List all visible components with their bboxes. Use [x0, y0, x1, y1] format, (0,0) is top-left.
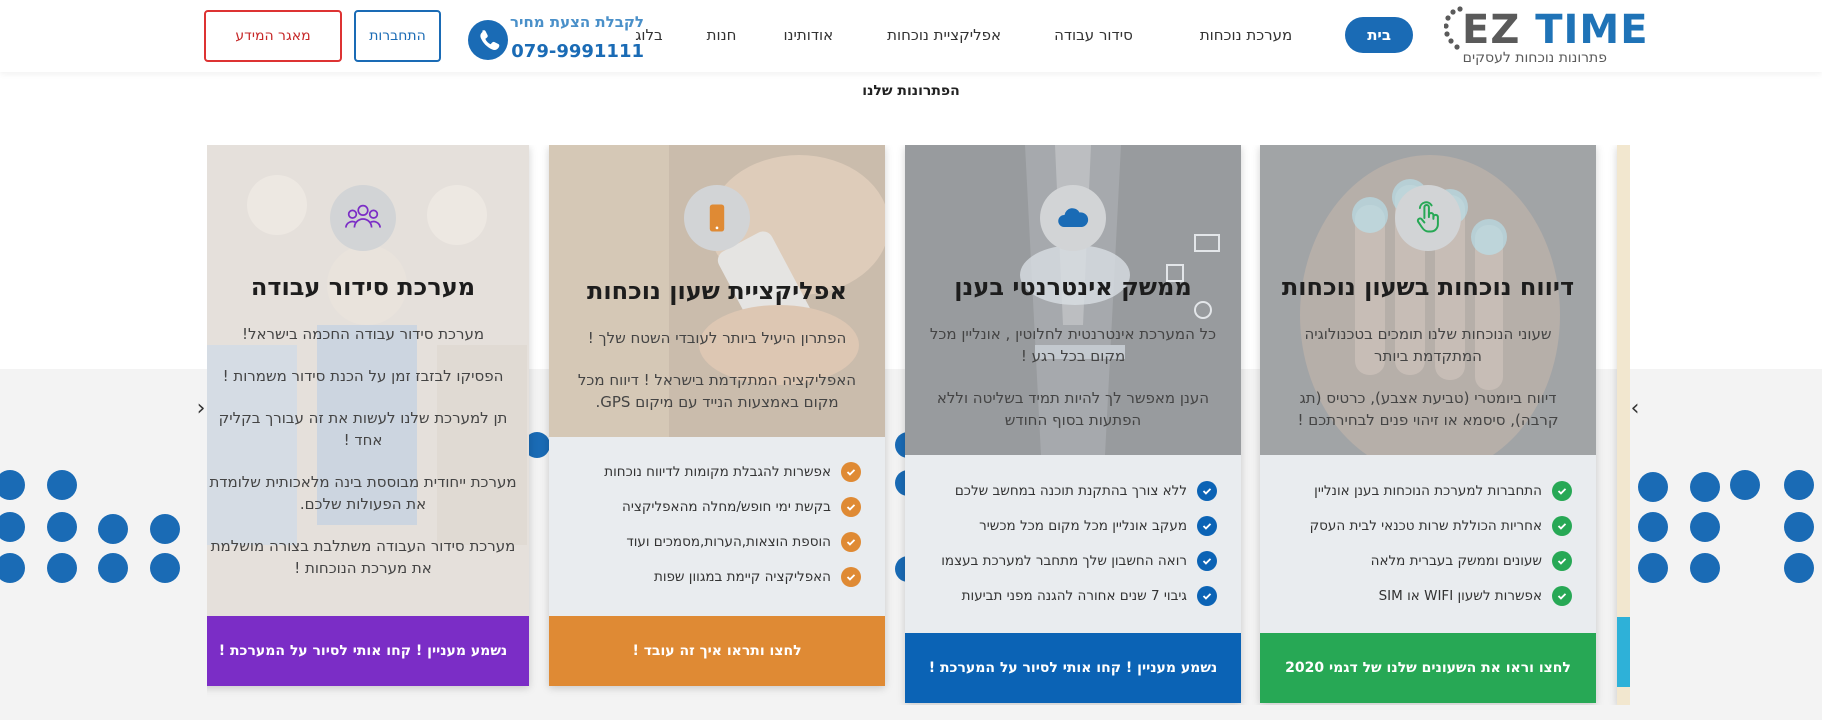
logo[interactable]: EZ TIME פתרונות נוכחות לעסקים [1442, 4, 1648, 70]
card-description: מערכת סידור עבודה החכמה בישראל! הפסיקו ל… [209, 323, 517, 599]
phone-number[interactable]: 079-9991111 [511, 41, 644, 62]
site-header: EZ TIME פתרונות נוכחות לעסקים בית מערכת … [0, 0, 1822, 72]
login-button[interactable]: התחברות [354, 10, 441, 62]
feature-item: האפליקציה קיימת במגוון שפות [563, 564, 861, 590]
check-icon [841, 532, 861, 552]
card-desc-line: הפסיקו לבזבז זמן על הכנת סידור משמרות ! [222, 367, 504, 385]
nav-item-attendance-app[interactable]: אפליקציית נוכחות [887, 17, 1001, 53]
card-hero: ממשק אינטרנטי בענן כל המערכת אינטרנטית ל… [905, 145, 1241, 455]
nav-item-work-schedule[interactable]: סידור עבודה [1054, 17, 1133, 53]
check-icon [1552, 516, 1572, 536]
check-icon [1197, 481, 1217, 501]
card-cta-button[interactable]: נשמע מעניין ! קחו אותי לסיור על המערכת ! [207, 616, 529, 686]
feature-text: אפשרות לשעון WIFI או SIM [1378, 588, 1542, 604]
card-hero: אפליקציית שעון נוכחות הפתרון היעיל ביותר… [549, 145, 885, 437]
phone-contact[interactable]: לקבלת הצעת מחיר 079-9991111 [468, 11, 644, 67]
feature-item: אפשרות להגבלת מקומות לדיווח נוכחות [563, 459, 861, 485]
card-cta-button[interactable]: לחצו ותראו איך זה עובד ! [549, 616, 885, 686]
smartphone-icon [684, 185, 750, 251]
knowledge-base-button[interactable]: מאגר המידע [204, 10, 342, 62]
feature-text: אחריות הכוללת שרות טכנאי לבית העסק [1309, 518, 1542, 534]
feature-item: מעקב אונליין מכל מקום מכל מכשיר [919, 513, 1217, 539]
feature-item: גיבוי 7 שנים אחורה להגנה מפני תביעות [919, 583, 1217, 609]
phone-icon [468, 20, 508, 60]
card-description: הפתרון היעיל ביותר לעובדי השטח שלך ! האפ… [569, 327, 865, 433]
solution-card-cloud-interface: ממשק אינטרנטי בענן כל המערכת אינטרנטית ל… [905, 145, 1241, 703]
feature-item: בקשת ימי חופש/מחלה מהאפליקציה [563, 494, 861, 520]
feature-item: שעונים וממשק בעברית מלאה [1274, 548, 1572, 574]
card-cta-button[interactable]: נשמע מעניין ! קחו אותי לסיור על המערכת ! [905, 633, 1241, 703]
check-icon [1552, 586, 1572, 606]
check-icon [1197, 516, 1217, 536]
feature-item: אחריות הכוללת שרות טכנאי לבית העסק [1274, 513, 1572, 539]
feature-text: ללא צורך בהתקנת תוכנה במחשב שלכם [954, 483, 1187, 499]
nav-item-attendance-system[interactable]: מערכת נוכחות [1200, 17, 1292, 53]
check-icon [841, 497, 861, 517]
card-cta-button[interactable]: לחצו וראו את השעונים שלנו של דגמי 2020 [1260, 633, 1596, 703]
feature-item: ללא צורך בהתקנת תוכנה במחשב שלכם [919, 478, 1217, 504]
team-icon [330, 185, 396, 251]
nav-item-home[interactable]: בית [1345, 17, 1413, 53]
solution-card-attendance-clock: דיווח נוכחות בשעון נוכחות שעוני הנוכחות … [1260, 145, 1596, 703]
card-desc-line: שעוני הנוכחות שלנו תומכים בטכנולוגיה המת… [1304, 325, 1552, 365]
solutions-slider: דיווח נוכחות בשעון נוכחות שעוני הנוכחות … [207, 145, 1630, 705]
card-hero: דיווח נוכחות בשעון נוכחות שעוני הנוכחות … [1260, 145, 1596, 455]
feature-item: רואה החשבון שלך מתחבר למערכת בעצמו [919, 548, 1217, 574]
feature-text: אפשרות להגבלת מקומות לדיווח נוכחות [604, 464, 831, 480]
card-feature-list: אפשרות להגבלת מקומות לדיווח נוכחות בקשת … [549, 437, 885, 616]
card-desc-line: מערכת ייחודית מבוססת בינה מלאכותית שלומד… [209, 473, 517, 513]
check-icon [1197, 551, 1217, 571]
card-desc-line: הענן מאפשר לך להיות תמיד בשליטה וללא הפת… [936, 389, 1210, 429]
feature-text: בקשת ימי חופש/מחלה מהאפליקציה [622, 499, 831, 515]
card-desc-line: תן למערכת שלנו לעשות את זה עבורך בקליק א… [218, 409, 508, 449]
feature-text: מעקב אונליין מכל מקום מכל מכשיר [979, 518, 1187, 534]
card-desc-line: כל המערכת אינטרנטית לחלוטין , אונליין מכ… [929, 325, 1217, 365]
main-nav: בית מערכת נוכחות סידור עבודה אפליקציית נ… [635, 17, 1413, 53]
check-icon [1552, 551, 1572, 571]
card-description: שעוני הנוכחות שלנו תומכים בטכנולוגיה המת… [1280, 323, 1576, 451]
card-title: מערכת סידור עבודה [250, 273, 476, 301]
nav-item-shop[interactable]: חנות [707, 17, 737, 53]
feature-item: אפשרות לשעון WIFI או SIM [1274, 583, 1572, 609]
logo-ez: EZ [1462, 7, 1521, 53]
check-icon [1197, 586, 1217, 606]
card-title: ממשק אינטרנטי בענן [954, 273, 1192, 301]
feature-text: האפליקציה קיימת במגוון שפות [653, 569, 831, 585]
card-desc-line: האפליקציה המתקדמת בישראל ! דיווח מכל מקו… [577, 371, 857, 411]
logo-dots-icon [1444, 6, 1463, 50]
phone-label: לקבלת הצעת מחיר [510, 13, 644, 31]
logo-time: TIME [1535, 7, 1649, 53]
feature-item: התחברות למערכת הנוכחות בענן אונליין [1274, 478, 1572, 504]
check-icon [1552, 481, 1572, 501]
check-icon [841, 462, 861, 482]
card-description: כל המערכת אינטרנטית לחלוטין , אונליין מכ… [925, 323, 1221, 451]
solution-card-work-schedule: מערכת סידור עבודה מערכת סידור עבודה החכמ… [207, 145, 529, 686]
solution-card-partial-right [1617, 145, 1630, 705]
logo-tagline: פתרונות נוכחות לעסקים [1462, 50, 1607, 66]
feature-text: הוספת הוצאות,הערות,מסמכים ועוד [626, 534, 831, 550]
feature-text: התחברות למערכת הנוכחות בענן אונליין [1314, 483, 1542, 499]
card-desc-line: מערכת סידור העבודה משתלבת בצורה מושלמת א… [210, 537, 516, 577]
cloud-icon [1040, 185, 1106, 251]
card-feature-list: ללא צורך בהתקנת תוכנה במחשב שלכם מעקב או… [905, 455, 1241, 633]
feature-item: הוספת הוצאות,הערות,מסמכים ועוד [563, 529, 861, 555]
logo-wordmark: EZ TIME [1462, 10, 1649, 50]
feature-text: רואה החשבון שלך מתחבר למערכת בעצמו [941, 553, 1187, 569]
card-hero: מערכת סידור עבודה מערכת סידור עבודה החכמ… [207, 145, 529, 616]
section-title: הפתרונות שלנו [862, 83, 960, 99]
feature-text: שעונים וממשק בעברית מלאה [1370, 553, 1542, 569]
card-desc-line: דיווח ביומטרי (טביעת אצבע), כרטיס (תג קר… [1297, 389, 1559, 429]
nav-item-about[interactable]: אודותינו [783, 17, 833, 53]
check-icon [841, 567, 861, 587]
fingerprint-touch-icon [1395, 185, 1461, 251]
card-feature-list: התחברות למערכת הנוכחות בענן אונליין אחרי… [1260, 455, 1596, 633]
card-title: אפליקציית שעון נוכחות [587, 277, 847, 305]
card-desc-line: מערכת סידור עבודה החכמה בישראל! [241, 325, 485, 343]
card-desc-line: הפתרון היעיל ביותר לעובדי השטח שלך ! [587, 329, 847, 347]
solution-card-attendance-app: אפליקציית שעון נוכחות הפתרון היעיל ביותר… [549, 145, 885, 686]
feature-text: גיבוי 7 שנים אחורה להגנה מפני תביעות [961, 588, 1187, 604]
card-title: דיווח נוכחות בשעון נוכחות [1281, 273, 1575, 301]
